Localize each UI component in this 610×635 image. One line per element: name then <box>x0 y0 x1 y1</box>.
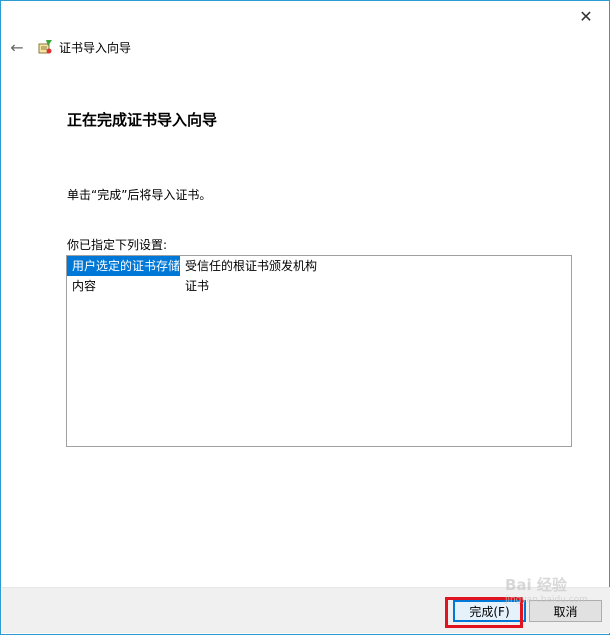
setting-key: 用户选定的证书存储 <box>67 256 180 276</box>
setting-value: 证书 <box>185 279 210 293</box>
baidu-watermark: Bai 经验 jingyan.baidu.com <box>505 574 588 605</box>
list-item[interactable]: 内容 证书 <box>67 276 571 296</box>
close-icon[interactable]: ✕ <box>573 5 599 27</box>
wizard-nav: ← 证书导入向导 <box>7 37 131 57</box>
settings-label: 你已指定下列设置: <box>67 238 168 252</box>
page-description: 单击“完成”后将导入证书。 <box>67 188 212 202</box>
watermark-main: Bai 经验 <box>504 576 567 594</box>
settings-list[interactable]: 用户选定的证书存储 受信任的根证书颁发机构 内容 证书 <box>66 255 572 447</box>
setting-key: 内容 <box>72 279 97 293</box>
list-item[interactable]: 用户选定的证书存储 受信任的根证书颁发机构 <box>67 256 571 276</box>
watermark-sub: jingyan.baidu.com <box>504 595 588 605</box>
setting-value: 受信任的根证书颁发机构 <box>185 259 318 273</box>
certificate-wizard-icon <box>37 39 53 55</box>
page-heading: 正在完成证书导入向导 <box>67 111 218 129</box>
wizard-window: ✕ ← 证书导入向导 正在完成证书导入向导 单击“完成”后将导入证书。 你已指定… <box>0 0 610 635</box>
back-arrow-icon[interactable]: ← <box>7 37 27 57</box>
wizard-title: 证书导入向导 <box>59 40 132 55</box>
